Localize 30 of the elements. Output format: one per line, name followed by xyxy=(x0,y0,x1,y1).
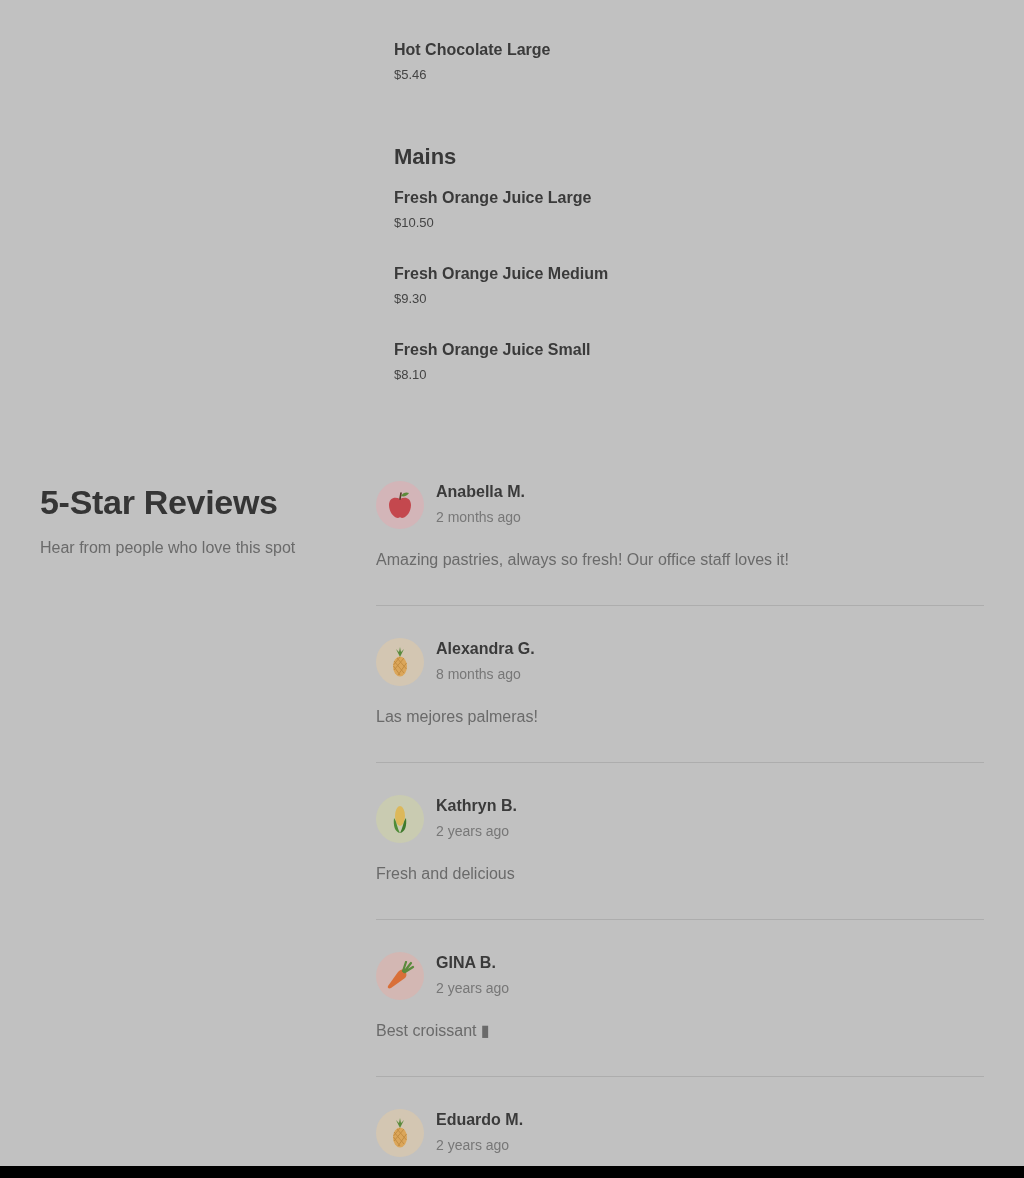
menu-item-name: Fresh Orange Juice Large xyxy=(394,188,592,208)
review-text: Las mejores palmeras! xyxy=(376,707,538,727)
pineapple-icon xyxy=(376,1109,424,1157)
menu-item-price: $10.50 xyxy=(394,214,434,232)
reviewer-name: Eduardo M. xyxy=(436,1110,524,1130)
review-time: 2 years ago xyxy=(436,822,510,841)
menu-item-name: Hot Chocolate Large xyxy=(394,40,551,60)
apple-icon xyxy=(376,481,424,529)
reviewer-name: Alexandra G. xyxy=(436,639,535,659)
reviewer-name: GINA B. xyxy=(436,953,496,973)
menu-item-name: Fresh Orange Juice Small xyxy=(394,340,591,360)
menu-item-price: $9.30 xyxy=(394,290,427,308)
review-time: 2 years ago xyxy=(436,979,510,998)
menu-item-name: Fresh Orange Juice Medium xyxy=(394,264,609,284)
reviewer-name: Anabella M. xyxy=(436,482,525,502)
section-heading: Mains xyxy=(394,143,457,171)
review-time: 8 months ago xyxy=(436,665,521,684)
review-time: 2 years ago xyxy=(436,1136,510,1155)
carrot-icon xyxy=(376,952,424,1000)
review-text: Fresh and delicious xyxy=(376,864,515,884)
review-text: Best croissant ▮ xyxy=(376,1021,490,1041)
corn-icon xyxy=(376,795,424,843)
section-title: 5-Star Reviews xyxy=(40,482,278,522)
review-text: Amazing pastries, always so fresh! Our office staff loves it! xyxy=(376,550,789,570)
menu-item-price: $8.10 xyxy=(394,366,427,384)
section-subtitle: Hear from people who love this spot xyxy=(40,538,296,558)
pineapple-icon xyxy=(376,638,424,686)
menu-item-price: $5.46 xyxy=(394,66,427,84)
review-time: 2 months ago xyxy=(436,508,521,527)
reviewer-name: Kathryn B. xyxy=(436,796,517,816)
